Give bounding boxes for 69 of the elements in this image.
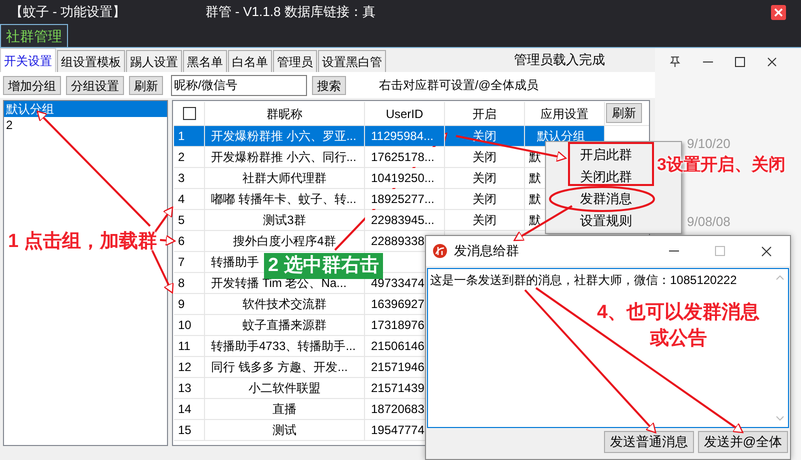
minimize-icon[interactable] (703, 61, 713, 63)
window-caption: 群管 - V1.1.8 数据库链接：真 (206, 3, 376, 22)
table-cell: 开发爆粉群推 小六、罗亚... (205, 126, 365, 146)
toolbar-button[interactable]: 刷新 (129, 76, 163, 94)
select-all-checkbox[interactable] (182, 107, 196, 120)
app-logo-icon (432, 243, 448, 259)
row-number: 13 (174, 378, 205, 398)
row-number: 4 (174, 189, 205, 209)
tab[interactable]: 组设置模板 (57, 50, 125, 72)
tab[interactable]: 开关设置 (0, 48, 56, 72)
refresh-button[interactable]: 刷新 (606, 103, 642, 123)
table-cell: 关闭 (445, 189, 525, 209)
close-icon[interactable] (761, 246, 772, 256)
search-button[interactable]: 搜索 (312, 76, 346, 94)
hint-text: 右击对应群可设置/@全体成员 (379, 77, 539, 94)
arrow (514, 205, 573, 242)
annotation-label: 3设置开启、关闭 (657, 154, 786, 176)
arrow (160, 234, 176, 246)
column-header: UserID (365, 102, 445, 125)
date-text: 9/08/08 (687, 212, 732, 230)
column-header: 群昵称 (205, 102, 365, 125)
main-tab[interactable]: 社群管理 (0, 24, 68, 47)
search-field[interactable]: 昵称/微信号 (171, 74, 307, 96)
row-number: 9 (174, 294, 205, 314)
maximize-icon[interactable] (735, 57, 745, 67)
table-cell: 11295984... (365, 126, 445, 146)
annotation-label: 1 点击组，加载群 (8, 230, 157, 254)
minimize-icon[interactable] (669, 250, 679, 252)
status-message: 管理员载入完成 (514, 51, 605, 70)
window-title: 【蚊子 - 功能设置】 (10, 3, 126, 22)
close-icon[interactable] (767, 57, 777, 67)
row-number: 14 (174, 399, 205, 419)
date-text: 9/10/20 (687, 135, 732, 153)
row-number: 1 (174, 126, 205, 146)
close-button[interactable] (771, 4, 786, 20)
annotation-label: 或公告 (650, 326, 707, 351)
table-cell: 22983945... (365, 210, 445, 230)
send-button[interactable]: 发送并@全体 (698, 431, 788, 453)
tab[interactable]: 管理员 (273, 50, 317, 72)
group-item[interactable]: 2 (4, 117, 167, 133)
dialog-title: 发消息给群 (454, 242, 519, 260)
column-header: 开启 (445, 102, 525, 125)
column-header: 应用设置 (525, 102, 605, 125)
toolbar-button[interactable]: 分组设置 (66, 76, 124, 94)
tab[interactable]: 黑名单 (183, 50, 227, 72)
send-button[interactable]: 发送普通消息 (604, 431, 694, 453)
row-number: 7 (174, 252, 205, 272)
row-number: 5 (174, 210, 205, 230)
annotation-label: 2 选中群右击 (264, 253, 383, 279)
row-number: 12 (174, 357, 205, 377)
arrow (154, 206, 174, 233)
tab[interactable]: 设置黑白管 (318, 50, 386, 72)
row-number: 2 (174, 147, 205, 167)
row-number: 6 (174, 231, 205, 251)
row-number: 15 (174, 420, 205, 440)
tab[interactable]: 白名单 (228, 50, 272, 72)
close-icon (774, 8, 783, 16)
row-number: 8 (174, 273, 205, 293)
toolbar-button[interactable]: 增加分组 (3, 76, 61, 94)
annotation-label: 4、也可以发群消息 (597, 301, 760, 325)
pin-icon[interactable] (669, 56, 681, 68)
row-number: 11 (174, 336, 205, 356)
row-number: 3 (174, 168, 205, 188)
arrow (151, 250, 174, 294)
row-number: 10 (174, 315, 205, 335)
table-cell: 关闭 (445, 147, 525, 167)
table-cell: 关闭 (445, 168, 525, 188)
table-cell: 关闭 (445, 210, 525, 230)
tab[interactable]: 踢人设置 (126, 50, 182, 72)
